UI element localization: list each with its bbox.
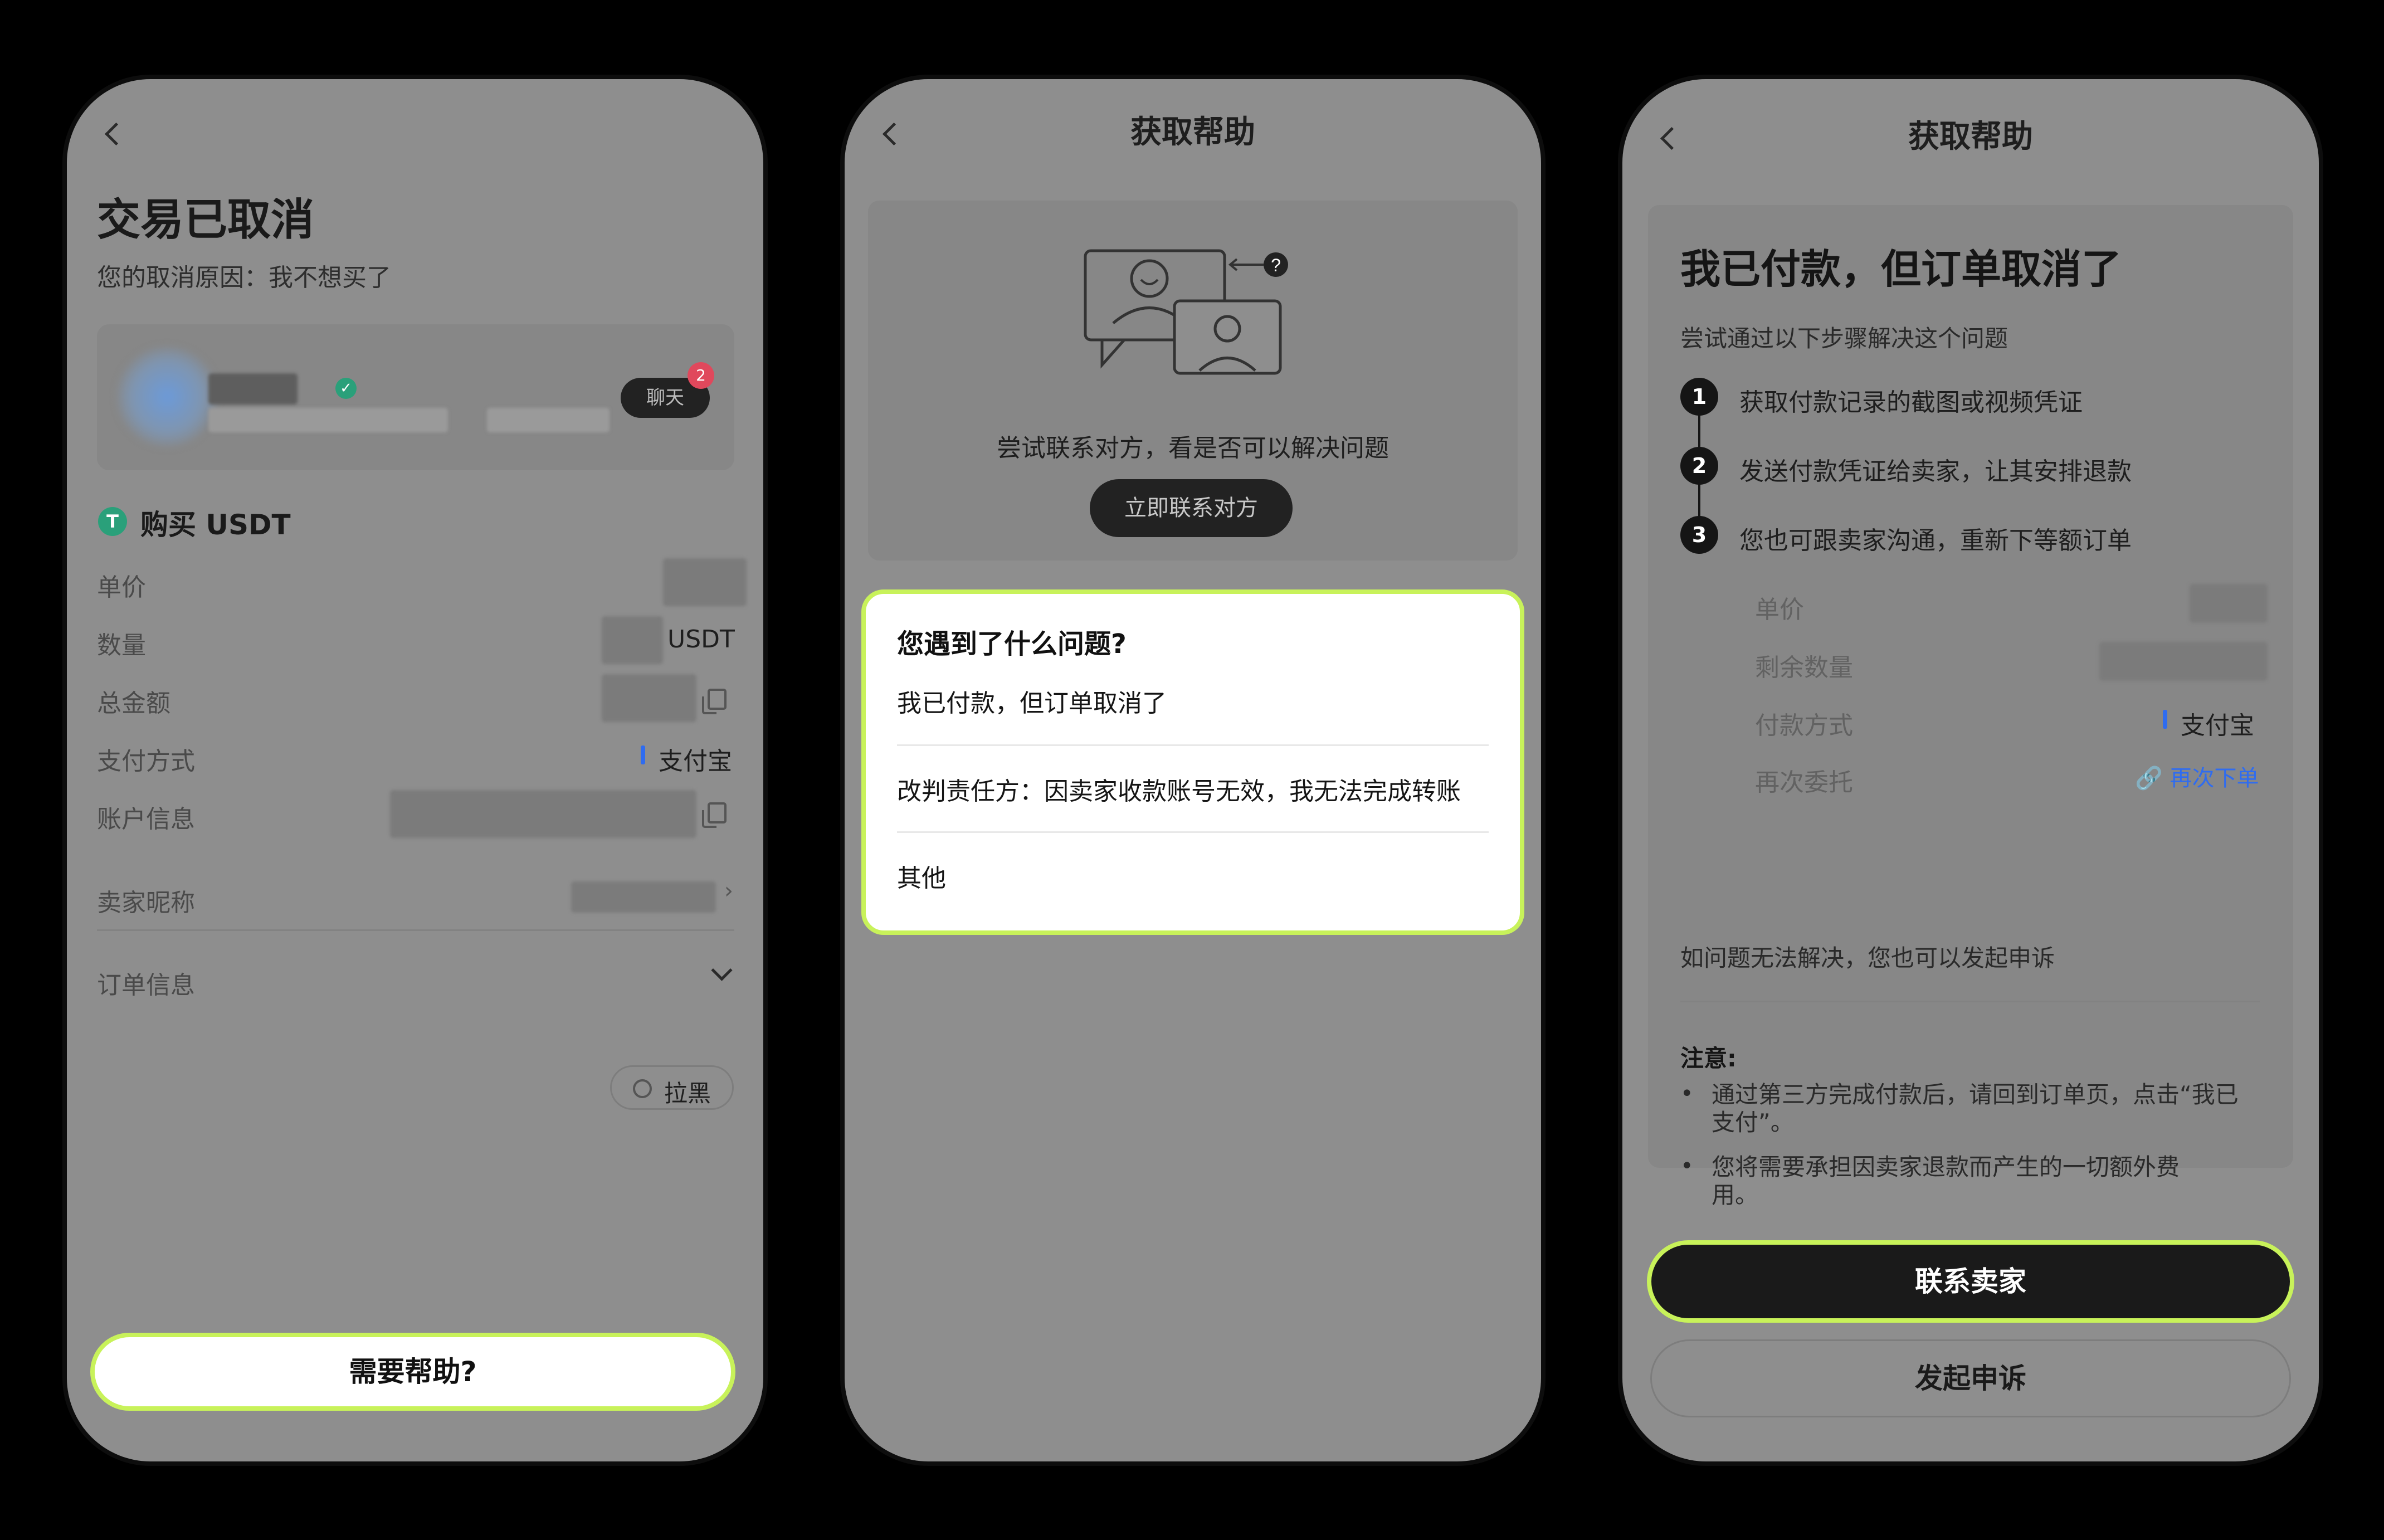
detail-label-remaining: 剩余数量 <box>1755 654 1853 682</box>
price-blurred <box>663 558 747 606</box>
copy-icon[interactable] <box>702 689 727 714</box>
page-title: 获取帮助 <box>1908 119 2033 155</box>
divider <box>97 929 734 931</box>
phone-screen-cancelled: 交易已取消 您的取消原因：我不想买了 ✓ 聊天 2 T 购买 USDT 单价 数… <box>67 79 763 1461</box>
quantity-unit: USDT <box>667 625 735 654</box>
appeal-button[interactable]: 发起申诉 <box>1650 1339 2291 1417</box>
block-label: 拉黑 <box>664 1080 711 1107</box>
contact-now-button[interactable]: 立即联系对方 <box>1090 479 1293 537</box>
step-number: 3 <box>1680 516 1718 554</box>
contact-hint: 尝试联系对方，看是否可以解决问题 <box>997 434 1389 462</box>
alipay-indicator <box>2163 710 2167 729</box>
divider <box>1680 1001 2260 1002</box>
step-number: 2 <box>1680 447 1718 485</box>
tether-icon: T <box>98 507 127 536</box>
note-title: 注意: <box>1680 1045 1737 1072</box>
detail-price-blurred <box>2190 584 2268 623</box>
total-blurred <box>602 674 696 722</box>
need-help-button[interactable]: 需要帮助? <box>90 1333 735 1411</box>
payment-method: 支付宝 <box>659 747 732 776</box>
row-label-account: 账户信息 <box>97 805 195 834</box>
block-icon <box>633 1079 652 1098</box>
help-heading: 我已付款，但订单取消了 <box>1680 246 2122 293</box>
counterparty-card: ✓ 聊天 2 <box>97 324 734 470</box>
option-change-liability[interactable]: 改判责任方：因卖家收款账号无效，我无法完成转账 <box>897 771 1461 807</box>
detail-label-reorder: 再次委托 <box>1755 768 1853 797</box>
quantity-blurred <box>602 616 663 664</box>
problem-popup: 您遇到了什么问题? 我已付款，但订单取消了 改判责任方：因卖家收款账号无效，我无… <box>861 589 1524 935</box>
contact-card: ? 尝试联系对方，看是否可以解决问题 立即联系对方 <box>868 201 1518 561</box>
detail-payment-method: 支付宝 <box>2181 711 2254 740</box>
link-icon: 🔗 <box>2135 766 2163 791</box>
contact-seller-button[interactable]: 联系卖家 <box>1647 1240 2294 1323</box>
chevron-down-icon[interactable] <box>711 959 733 981</box>
svg-text:?: ? <box>1271 255 1281 275</box>
help-card: 我已付款，但订单取消了 尝试通过以下步骤解决这个问题 1 获取付款记录的截图或视… <box>1648 205 2293 1208</box>
page-title: 获取帮助 <box>1130 114 1255 150</box>
step-text: 获取付款记录的截图或视频凭证 <box>1739 388 2083 417</box>
avatar <box>117 347 217 447</box>
row-label-total: 总金额 <box>97 689 170 718</box>
verified-icon: ✓ <box>335 378 357 399</box>
popup-title: 您遇到了什么问题? <box>897 628 1127 660</box>
row-label-price: 单价 <box>97 573 146 602</box>
account-blurred <box>390 790 696 838</box>
order-info-label[interactable]: 订单信息 <box>97 965 195 1001</box>
seller-nick-label: 卖家昵称 <box>97 889 195 917</box>
cancel-reason: 您的取消原因：我不想买了 <box>97 264 391 292</box>
buy-usdt-label: 购买 USDT <box>140 509 291 541</box>
note-item: 您将需要承担因卖家退款而产生的一切额外费用。 <box>1712 1153 2180 1208</box>
step-number: 1 <box>1680 378 1718 416</box>
page-title: 交易已取消 <box>97 195 315 245</box>
step-text: 您也可跟卖家沟通，重新下等额订单 <box>1739 527 2132 555</box>
divider <box>897 744 1489 746</box>
appeal-hint: 如问题无法解决，您也可以发起申诉 <box>1680 944 2055 972</box>
reorder-label: 再次下单 <box>2170 766 2259 791</box>
chat-label: 聊天 <box>646 387 684 409</box>
detail-label-price: 单价 <box>1755 596 1804 624</box>
note-bullet: • <box>1680 1081 1694 1107</box>
back-icon[interactable] <box>104 122 128 146</box>
chevron-right-icon[interactable]: › <box>724 878 733 904</box>
row-label-payment: 支付方式 <box>97 747 195 776</box>
detail-label-payment: 付款方式 <box>1755 711 1853 740</box>
block-button[interactable]: 拉黑 <box>610 1065 734 1110</box>
help-subheading: 尝试通过以下步骤解决这个问题 <box>1680 325 2008 352</box>
chat-help-illustration: ? <box>1084 249 1288 375</box>
row-label-quantity: 数量 <box>97 631 146 660</box>
copy-icon[interactable] <box>702 802 727 828</box>
option-paid-cancelled[interactable]: 我已付款，但订单取消了 <box>897 683 1167 719</box>
phone-screen-paid-cancelled: 获取帮助 我已付款，但订单取消了 尝试通过以下步骤解决这个问题 1 获取付款记录… <box>1622 79 2319 1461</box>
user-info-blurred-2 <box>487 408 610 432</box>
reorder-link[interactable]: 🔗 再次下单 <box>2135 760 2259 792</box>
divider <box>897 831 1489 833</box>
detail-remaining-blurred <box>2099 642 2268 681</box>
note-item: 通过第三方完成付款后，请回到订单页，点击“我已支付”。 <box>1712 1081 2239 1136</box>
user-name-blurred <box>208 373 298 405</box>
seller-nick-blurred <box>571 881 716 913</box>
step-text: 发送付款凭证给卖家，让其安排退款 <box>1739 457 2132 486</box>
user-info-blurred <box>208 408 448 432</box>
note-bullet: • <box>1680 1153 1694 1179</box>
alipay-indicator <box>641 745 645 764</box>
chat-badge: 2 <box>688 362 714 389</box>
option-other[interactable]: 其他 <box>897 858 946 894</box>
